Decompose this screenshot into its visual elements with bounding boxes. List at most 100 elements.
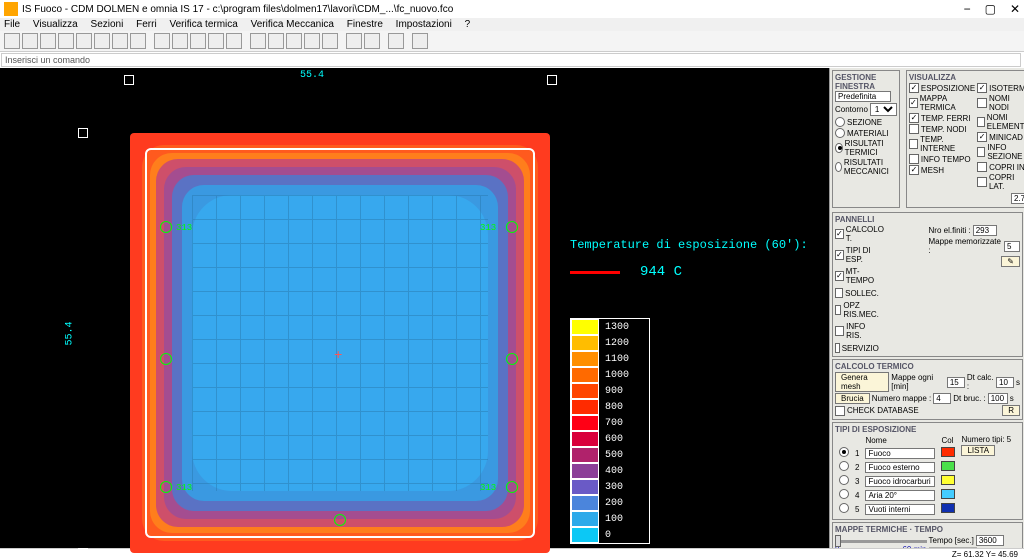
tipo-nome-input[interactable] bbox=[865, 462, 935, 473]
num-mappe-input[interactable] bbox=[933, 393, 951, 404]
tool-2[interactable] bbox=[22, 33, 38, 49]
vis-checkbox[interactable] bbox=[977, 132, 987, 142]
vis-checkbox[interactable] bbox=[977, 117, 985, 127]
gf-radio[interactable] bbox=[835, 128, 845, 138]
tool-3[interactable] bbox=[40, 33, 56, 49]
tipo-radio[interactable] bbox=[839, 447, 849, 457]
maximize-button[interactable]: ▢ bbox=[985, 2, 996, 16]
gf-radio[interactable] bbox=[835, 143, 843, 153]
tipo-color[interactable] bbox=[941, 475, 955, 485]
tool-18[interactable] bbox=[322, 33, 338, 49]
tool-19[interactable] bbox=[346, 33, 362, 49]
vis-checkbox[interactable] bbox=[977, 98, 987, 108]
tool-8[interactable] bbox=[130, 33, 146, 49]
mappe-mem-input[interactable] bbox=[1004, 241, 1020, 252]
tipo-nome-input[interactable] bbox=[865, 448, 935, 459]
interrompi-button[interactable]: Interrompi bbox=[929, 547, 977, 548]
viewport[interactable]: 55.4 55.4 313 313 313 313 + Temperature … bbox=[0, 68, 829, 548]
pan-checkbox[interactable] bbox=[835, 288, 843, 298]
gf-radio[interactable] bbox=[835, 117, 845, 127]
eraser-button[interactable]: ✎ bbox=[1001, 256, 1020, 267]
handle-icon[interactable] bbox=[547, 75, 557, 85]
slider-max: 60 min bbox=[902, 545, 926, 548]
vis-checkbox[interactable] bbox=[909, 113, 919, 123]
tool-14[interactable] bbox=[250, 33, 266, 49]
pan-checkbox[interactable] bbox=[835, 271, 844, 281]
vis-checkbox[interactable] bbox=[909, 165, 919, 175]
vis-checkbox[interactable] bbox=[909, 154, 919, 164]
menu-verifica-termica[interactable]: Verifica termica bbox=[169, 19, 237, 30]
copri-input[interactable] bbox=[1011, 193, 1024, 204]
contorno-select[interactable]: 1 bbox=[870, 103, 897, 116]
tool-4[interactable] bbox=[58, 33, 74, 49]
tempo-input[interactable] bbox=[976, 535, 1004, 546]
menu-sezioni[interactable]: Sezioni bbox=[91, 19, 124, 30]
tool-20[interactable] bbox=[364, 33, 380, 49]
close-button[interactable]: ✕ bbox=[1010, 2, 1020, 16]
tool-10[interactable] bbox=[172, 33, 188, 49]
tipo-nome-input[interactable] bbox=[865, 504, 935, 515]
tool-7[interactable] bbox=[112, 33, 128, 49]
menu-impostazioni[interactable]: Impostazioni bbox=[396, 19, 452, 30]
brucia-button[interactable]: Brucia bbox=[835, 393, 870, 404]
vis-checkbox[interactable] bbox=[977, 83, 987, 93]
pan-checkbox[interactable] bbox=[835, 343, 840, 353]
menu-finestre[interactable]: Finestre bbox=[347, 19, 383, 30]
tipo-color[interactable] bbox=[941, 461, 955, 471]
handle-icon[interactable] bbox=[124, 75, 134, 85]
vis-checkbox[interactable] bbox=[909, 124, 919, 134]
genera-mesh-button[interactable]: Genera mesh bbox=[835, 372, 889, 392]
pan-checkbox[interactable] bbox=[835, 326, 844, 336]
tool-6[interactable] bbox=[94, 33, 110, 49]
vis-checkbox[interactable] bbox=[977, 162, 987, 172]
vis-checkbox[interactable] bbox=[977, 147, 985, 157]
tool-21[interactable] bbox=[388, 33, 404, 49]
tool-13[interactable] bbox=[226, 33, 242, 49]
mappe-ogni-input[interactable] bbox=[947, 377, 965, 388]
r-button[interactable]: R bbox=[1002, 405, 1020, 416]
nro-el-input[interactable] bbox=[973, 225, 997, 236]
tipo-radio[interactable] bbox=[839, 503, 849, 513]
tipo-nome-input[interactable] bbox=[865, 490, 935, 501]
time-slider[interactable] bbox=[835, 540, 927, 543]
dtbruc-input[interactable] bbox=[988, 393, 1008, 404]
tool-9[interactable] bbox=[154, 33, 170, 49]
tipo-color[interactable] bbox=[941, 503, 955, 513]
vis-checkbox[interactable] bbox=[909, 83, 919, 93]
gf-radio-label: RISULTATI TERMICI bbox=[845, 139, 897, 157]
tipo-color[interactable] bbox=[941, 489, 955, 499]
tool-22[interactable] bbox=[412, 33, 428, 49]
gf-radio[interactable] bbox=[835, 162, 842, 172]
menu-help[interactable]: ? bbox=[465, 19, 471, 30]
menu-verifica-meccanica[interactable]: Verifica Meccanica bbox=[251, 19, 334, 30]
vis-checkbox[interactable] bbox=[909, 98, 918, 108]
lista-button[interactable]: LISTA bbox=[961, 445, 995, 456]
menu-ferri[interactable]: Ferri bbox=[136, 19, 157, 30]
menu-file[interactable]: File bbox=[4, 19, 20, 30]
vis-checkbox[interactable] bbox=[977, 177, 987, 187]
tipo-radio[interactable] bbox=[839, 489, 849, 499]
handle-icon[interactable] bbox=[78, 128, 88, 138]
tool-1[interactable] bbox=[4, 33, 20, 49]
menu-visualizza[interactable]: Visualizza bbox=[33, 19, 78, 30]
tool-16[interactable] bbox=[286, 33, 302, 49]
tool-17[interactable] bbox=[304, 33, 320, 49]
tool-5[interactable] bbox=[76, 33, 92, 49]
predefinita-input[interactable] bbox=[835, 91, 891, 102]
handle-icon[interactable] bbox=[78, 548, 88, 558]
tool-12[interactable] bbox=[208, 33, 224, 49]
vis-checkbox[interactable] bbox=[909, 139, 918, 149]
minimize-button[interactable]: − bbox=[964, 2, 971, 16]
dtcalc-input[interactable] bbox=[996, 377, 1014, 388]
pan-checkbox[interactable] bbox=[835, 250, 844, 260]
tipo-nome-input[interactable] bbox=[865, 476, 935, 487]
tipo-color[interactable] bbox=[941, 447, 955, 457]
command-input[interactable] bbox=[1, 53, 1021, 67]
tool-11[interactable] bbox=[190, 33, 206, 49]
tool-15[interactable] bbox=[268, 33, 284, 49]
check-database-checkbox[interactable] bbox=[835, 406, 845, 416]
tipo-radio[interactable] bbox=[839, 461, 849, 471]
pan-checkbox[interactable] bbox=[835, 305, 841, 315]
pan-checkbox[interactable] bbox=[835, 229, 844, 239]
tipo-radio[interactable] bbox=[839, 475, 849, 485]
